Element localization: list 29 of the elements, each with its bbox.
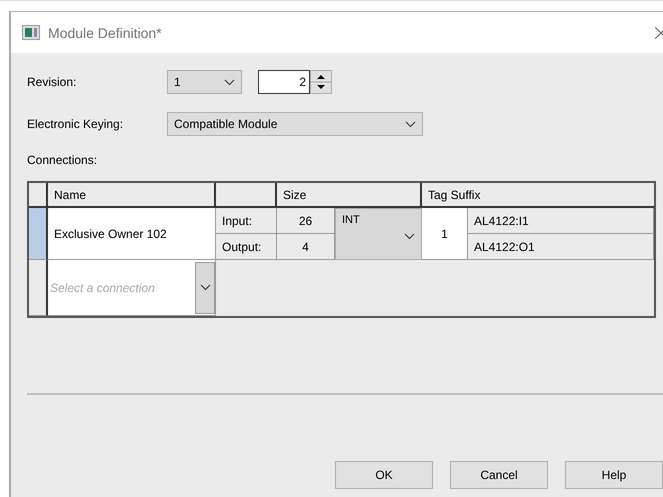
chevron-icon <box>405 120 416 128</box>
keying-label: Electronic Keying: <box>27 117 124 131</box>
column-header: Size <box>277 183 422 208</box>
table-cell: AL4122:O1 <box>468 234 654 260</box>
chevron-icon <box>224 78 235 86</box>
data-type-dropdown[interactable]: INT <box>335 208 422 260</box>
table-cell: 1 <box>422 208 468 260</box>
chevron-icon <box>200 284 210 291</box>
table-cell: 4 <box>277 234 335 260</box>
major-revision-dropdown[interactable]: 1 <box>167 70 242 94</box>
window-title: Module Definition* <box>48 24 163 40</box>
table-cell: AL4122:I1 <box>468 208 654 234</box>
table-cell: 26 <box>277 208 335 234</box>
table-cell: Input: <box>216 208 277 234</box>
minor-revision-field[interactable]: 2 <box>258 70 310 94</box>
table-cell: Output: <box>216 234 277 260</box>
connections-label: Connections: <box>27 153 98 167</box>
module-icon <box>22 25 40 40</box>
keying-dropdown[interactable]: Compatible Module <box>167 112 423 136</box>
column-header: Name <box>48 183 216 208</box>
dialog-button[interactable]: OK <box>335 461 433 489</box>
table-cell: Exclusive Owner 102 <box>48 208 216 260</box>
row-selector[interactable] <box>29 260 48 316</box>
chevron-icon <box>404 233 415 240</box>
dialog-button[interactable]: Cancel <box>450 461 548 489</box>
revision-label: Revision: <box>27 75 78 89</box>
dialog-button[interactable]: Help <box>565 461 663 489</box>
spinner-buttons[interactable] <box>310 70 332 94</box>
row-selector[interactable] <box>29 208 48 260</box>
